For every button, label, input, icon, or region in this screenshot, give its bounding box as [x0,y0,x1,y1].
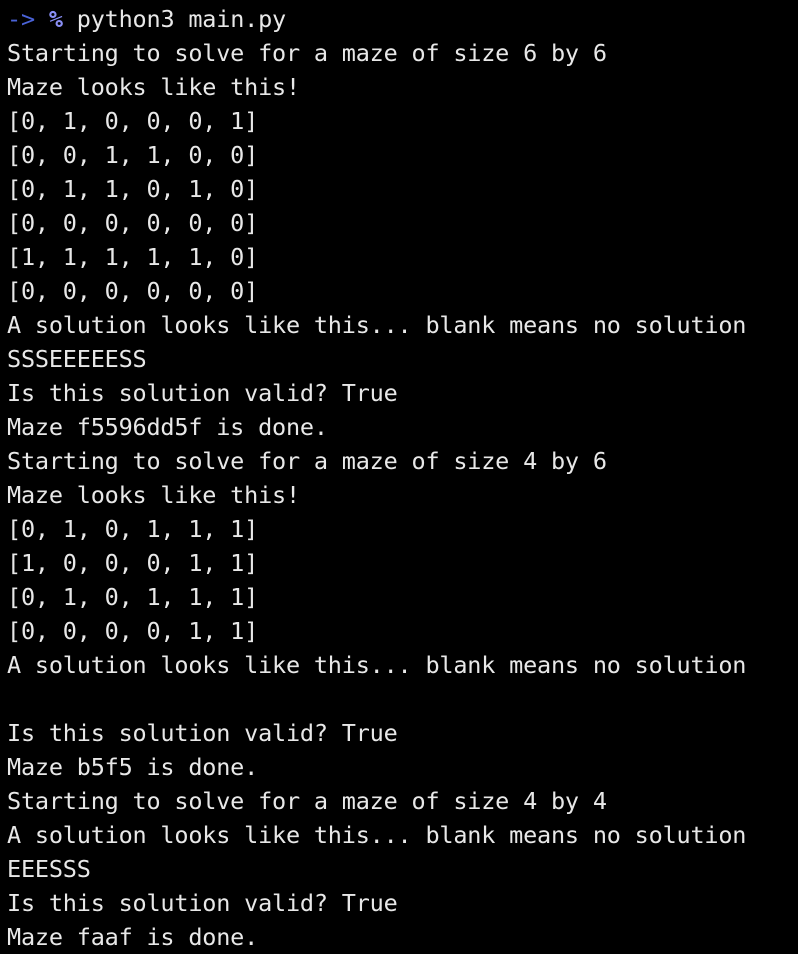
output-line: Is this solution valid? True [7,379,398,407]
command-text: python3 main.py [76,5,286,33]
output-line: A solution looks like this... blank mean… [7,821,747,849]
output-line: [0, 1, 0, 1, 1, 1] [7,515,259,543]
output-line: Starting to solve for a maze of size 4 b… [7,447,607,475]
output-line: [0, 0, 0, 0, 1, 1] [7,617,259,645]
prompt-line: -> % python3 main.py [7,2,798,36]
output-line: [0, 0, 0, 0, 0, 0] [7,209,259,237]
prompt-symbol: % [48,5,63,33]
output-line: Starting to solve for a maze of size 6 b… [7,39,607,67]
terminal-window[interactable]: -> % python3 main.py Starting to solve f… [0,0,798,954]
output-line: Is this solution valid? True [7,719,398,747]
output-line: A solution looks like this... blank mean… [7,311,747,339]
output-line: Is this solution valid? True [7,889,398,917]
output-line: [0, 1, 0, 1, 1, 1] [7,583,259,611]
output-line: Maze f5596dd5f is done. [7,413,328,441]
output-line: Maze looks like this! [7,73,300,101]
output-line: EEESSS [7,855,91,883]
output-line: [0, 1, 0, 0, 0, 1] [7,107,259,135]
output-line: [1, 0, 0, 0, 1, 1] [7,549,259,577]
output-line: A solution looks like this... blank mean… [7,651,747,679]
output-line: [0, 0, 1, 1, 0, 0] [7,141,259,169]
output-line: Maze looks like this! [7,481,300,509]
output-line: [0, 0, 0, 0, 0, 0] [7,277,259,305]
prompt-arrow: -> [7,5,35,33]
output-line: Starting to solve for a maze of size 4 b… [7,787,607,815]
output-line: Maze b5f5 is done. [7,753,259,781]
output-line: [1, 1, 1, 1, 1, 0] [7,243,259,271]
output-line: SSSEEEEESS [7,345,147,373]
output-line: Maze faaf is done. [7,923,259,951]
output-line: [0, 1, 1, 0, 1, 0] [7,175,259,203]
